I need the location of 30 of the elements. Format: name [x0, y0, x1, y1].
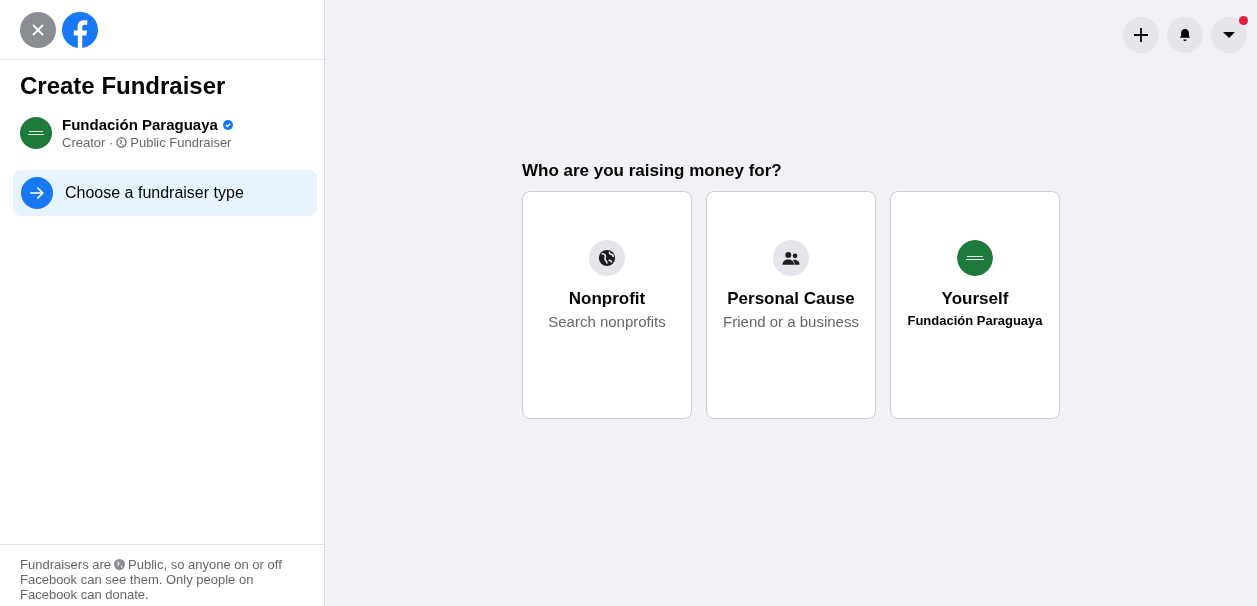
facebook-logo-icon[interactable] [62, 11, 98, 48]
option-title: Personal Cause [727, 289, 855, 309]
notifications-button[interactable] [1167, 17, 1203, 53]
footer-text: Fundraisers are Public, so anyone on or off Facebook can see them. Only people on Facebook can donate. [20, 557, 283, 602]
option-card[interactable]: Personal Cause Friend or a business [706, 191, 876, 419]
create-button[interactable] [1123, 17, 1159, 53]
plus-icon [1133, 27, 1149, 43]
people-icon [773, 240, 809, 276]
caret-icon [1223, 31, 1235, 39]
option-title: Nonprofit [568, 289, 646, 309]
option-title: Yourself [941, 289, 1009, 309]
organization-logo-icon [957, 240, 993, 276]
step-item[interactable]: Choose a fundraiser type [13, 170, 317, 216]
account-menu-button[interactable] [1211, 17, 1247, 53]
option-card[interactable]: Nonprofit Search nonprofits [522, 191, 692, 419]
bell-icon [1178, 28, 1192, 42]
organization-name[interactable]: Fundación Paraguaya [62, 116, 218, 133]
option-subtitle: Search nonprofits [548, 313, 666, 330]
page-title: Create Fundraiser [20, 72, 227, 100]
close-button[interactable] [20, 11, 56, 48]
option-card[interactable]: Yourself Fundación Paraguaya [890, 191, 1060, 419]
globe-icon [114, 559, 126, 570]
option-subtitle: Fundación Paraguaya [907, 313, 1043, 328]
question-heading: Who are you raising money for? [522, 161, 783, 181]
globe-icon [116, 137, 128, 148]
privacy-label: Public Fundraiser [130, 135, 232, 150]
globe-icon [589, 240, 625, 276]
organization-logo-icon [20, 117, 52, 149]
creator-label: Creator · [62, 135, 114, 150]
option-subtitle: Friend or a business [723, 313, 859, 330]
